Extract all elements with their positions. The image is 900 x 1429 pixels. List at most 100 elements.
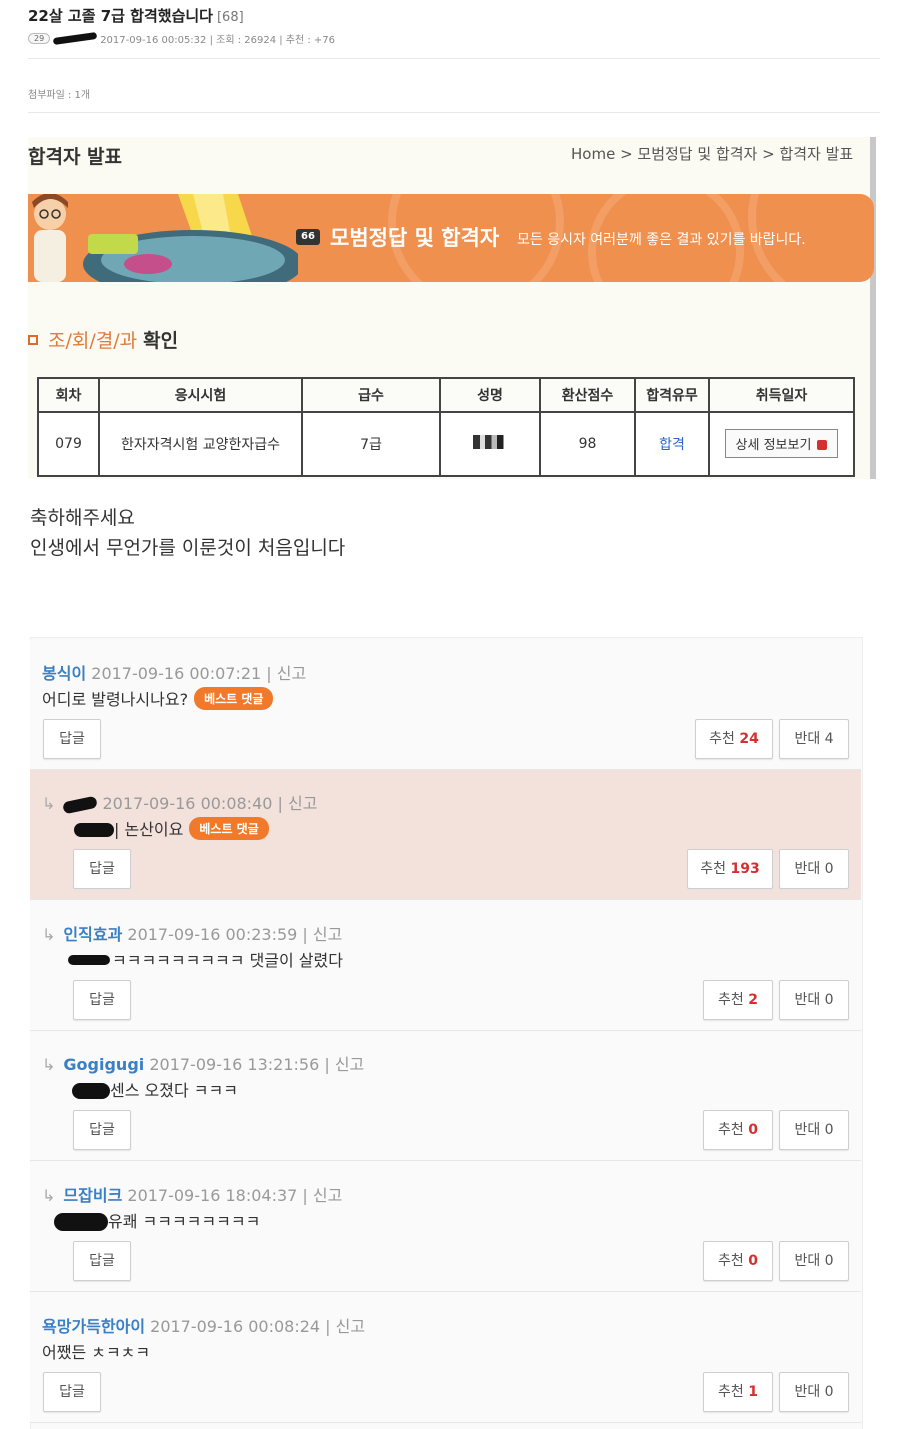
reply-button[interactable]: 답글 [43, 719, 101, 759]
comment-meta: 2017-09-16 00:07:21 | 신고 [86, 664, 307, 683]
comment-nick[interactable]: 므잡비크 [63, 1186, 122, 1205]
oppose-button[interactable]: 반대 0 [779, 1110, 849, 1150]
post-body-line: 인생에서 무언가를 이룬것이 처음입니다 [30, 537, 346, 559]
plus-icon [817, 440, 828, 450]
reply-button[interactable]: 답글 [73, 1241, 131, 1281]
post-title: 22살 고졸 7급 합격했습니다 [68] [28, 5, 244, 26]
col-header: 합격유무 [634, 377, 710, 413]
section-prefix: 조/회/결/과 [48, 330, 138, 352]
comment-header: ↳ Gogigugi 2017-09-16 13:21:56 | 신고 [42, 1051, 364, 1075]
result-table: 회차 응시시험 급수 성명 환산점수 합격유무 취득일자 079 한자자격시험 … [37, 377, 855, 477]
oppose-button[interactable]: 반대 0 [779, 1372, 849, 1412]
recommend-button[interactable]: 추천 193 [687, 849, 773, 889]
name-cell [439, 411, 541, 477]
reply-button[interactable]: 답글 [73, 980, 131, 1020]
recommend-label: 추천 [718, 992, 744, 1008]
comment-meta: 2017-09-16 00:08:40 | 신고 [97, 794, 318, 813]
oppose-button[interactable]: 반대 0 [779, 849, 849, 889]
comment-body: 센스 오졌다 ㅋㅋㅋ [110, 1081, 238, 1100]
level-badge: 29 [28, 33, 51, 44]
table-row: 079 한자자격시험 교양한자급수 7급 98 합격 상세 정보보기 [37, 411, 855, 477]
comment-text: 센스 오졌다 ㅋㅋㅋ [72, 1077, 238, 1101]
recommend-count: 0 [748, 1253, 758, 1269]
breadcrumb: Home > 모범정답 및 합격자 > 합격자 발표 [571, 145, 854, 163]
comment: 봉식이 2017-09-16 00:07:21 | 신고 어디로 발령나시나요?… [30, 640, 861, 770]
comment: ↳ 인직효과 2017-09-16 00:23:59 | 신고 ㅋㅋㅋㅋㅋㅋㅋㅋㅋ… [30, 901, 861, 1031]
attachment-info[interactable]: 첨부파일 : 1개 [28, 86, 90, 101]
col-header: 환산점수 [539, 377, 636, 413]
detail-info-button[interactable]: 상세 정보보기 [724, 429, 839, 458]
banner-heading: 모범정답 및 합격자 [330, 226, 500, 250]
recommend-count: 193 [730, 861, 760, 877]
comment-body: 어디로 발령나시나요? [42, 690, 189, 709]
comment-nick[interactable]: 욕망가득한아이 [42, 1317, 145, 1336]
redacted-text [72, 1083, 110, 1099]
divider [28, 58, 880, 59]
comment-text: ㅋㅋㅋㅋㅋㅋㅋㅋㅋ 댓글이 살렸다 [68, 947, 343, 971]
col-header: 급수 [301, 377, 441, 413]
reply-button[interactable]: 답글 [73, 1110, 131, 1150]
quote-icon: 66 [296, 229, 320, 245]
recommend-label: 추천 [718, 1253, 744, 1269]
comment-meta: 2017-09-16 18:04:37 | 신고 [122, 1186, 343, 1205]
oppose-button[interactable]: 반대 4 [779, 719, 849, 759]
recommend-count: 2 [748, 992, 758, 1008]
recommend-button[interactable]: 추천 0 [703, 1110, 773, 1150]
comment-body: 어쨌든 ㅊㅋㅊㅋ [42, 1343, 151, 1362]
recommend-label: 추천 [718, 1384, 744, 1400]
comment: ↳ 2017-09-16 00:08:40 | 신고 | 논산이요 베스트 댓글 … [30, 770, 861, 900]
reply-button[interactable]: 답글 [73, 849, 131, 889]
recommend-button[interactable]: 추천 2 [703, 980, 773, 1020]
recommend-count: 0 [748, 1122, 758, 1138]
col-header: 성명 [439, 377, 541, 413]
comment-header: 욕망가득한아이 2017-09-16 00:08:24 | 신고 [42, 1313, 365, 1337]
comment-nick[interactable]: 봉식이 [42, 664, 86, 683]
oppose-button[interactable]: 반대 0 [779, 1241, 849, 1281]
comment-header: ↳ 2017-09-16 00:08:40 | 신고 [42, 790, 318, 815]
redacted-text [74, 823, 114, 837]
square-bullet-icon [28, 334, 38, 345]
recommend-button[interactable]: 추천 1 [703, 1372, 773, 1412]
redacted-text [54, 1213, 108, 1231]
score-cell: 98 [539, 411, 636, 477]
oppose-button[interactable]: 반대 0 [779, 980, 849, 1020]
comment: 욕망가득한아이 2017-09-16 00:08:24 | 신고 어쨌든 ㅊㅋㅊ… [30, 1293, 861, 1423]
col-header: 취득일자 [708, 377, 855, 413]
comment-text: 유쾌 ㅋㅋㅋㅋㅋㅋㅋㅋ [54, 1208, 260, 1232]
comment-meta: 2017-09-16 00:08:24 | 신고 [145, 1317, 366, 1336]
post-body-line: 축하해주세요 [30, 507, 135, 529]
recommend-label: 추천 [700, 861, 727, 877]
detail-info-label: 상세 정보보기 [735, 438, 812, 453]
reply-arrow-icon: ↳ [42, 1186, 56, 1205]
redacted-author [52, 31, 98, 46]
post-comment-count[interactable]: [68] [217, 10, 244, 25]
redacted-nick [62, 795, 99, 815]
screenshot-edge [870, 137, 876, 479]
col-header: 회차 [37, 377, 100, 413]
comment: ↳ 므잡비크 2017-09-16 18:04:37 | 신고 유쾌 ㅋㅋㅋㅋㅋㅋ… [30, 1162, 861, 1292]
comment-nick[interactable]: Gogigugi [63, 1055, 144, 1074]
post-title-text: 22살 고졸 7급 합격했습니다 [28, 7, 213, 25]
recommend-button[interactable]: 추천 0 [703, 1241, 773, 1281]
comment-meta: 2017-09-16 00:23:59 | 신고 [122, 925, 343, 944]
banner-illustration [32, 194, 298, 282]
comment-body: 유쾌 ㅋㅋㅋㅋㅋㅋㅋㅋ [108, 1212, 261, 1231]
best-comment-badge: 베스트 댓글 [189, 817, 269, 840]
recommend-button[interactable]: 추천 24 [695, 719, 773, 759]
comment-meta: 2017-09-16 13:21:56 | 신고 [144, 1055, 365, 1074]
section-bold: 확인 [143, 330, 179, 352]
recommend-count: 24 [739, 731, 759, 747]
grade-cell: 7급 [301, 411, 441, 477]
reply-arrow-icon: ↳ [42, 925, 56, 944]
comment-nick[interactable]: 인직효과 [63, 925, 122, 944]
redacted-text [68, 955, 110, 965]
result-cell: 합격 [634, 411, 710, 477]
banner-subtext: 모든 응시자 여러분께 좋은 결과 있기를 바랍니다. [517, 232, 806, 248]
result-page-title: 합격자 발표 [28, 146, 123, 168]
comment-text: 어쨌든 ㅊㅋㅊㅋ [42, 1339, 150, 1363]
reply-button[interactable]: 답글 [43, 1372, 101, 1412]
post-meta-text: 2017-09-16 00:05:32 | 조회 : 26924 | 추천 : … [100, 35, 336, 46]
date-cell: 상세 정보보기 [708, 411, 855, 477]
recommend-label: 추천 [718, 1122, 744, 1138]
reply-arrow-icon: ↳ [42, 1055, 56, 1074]
